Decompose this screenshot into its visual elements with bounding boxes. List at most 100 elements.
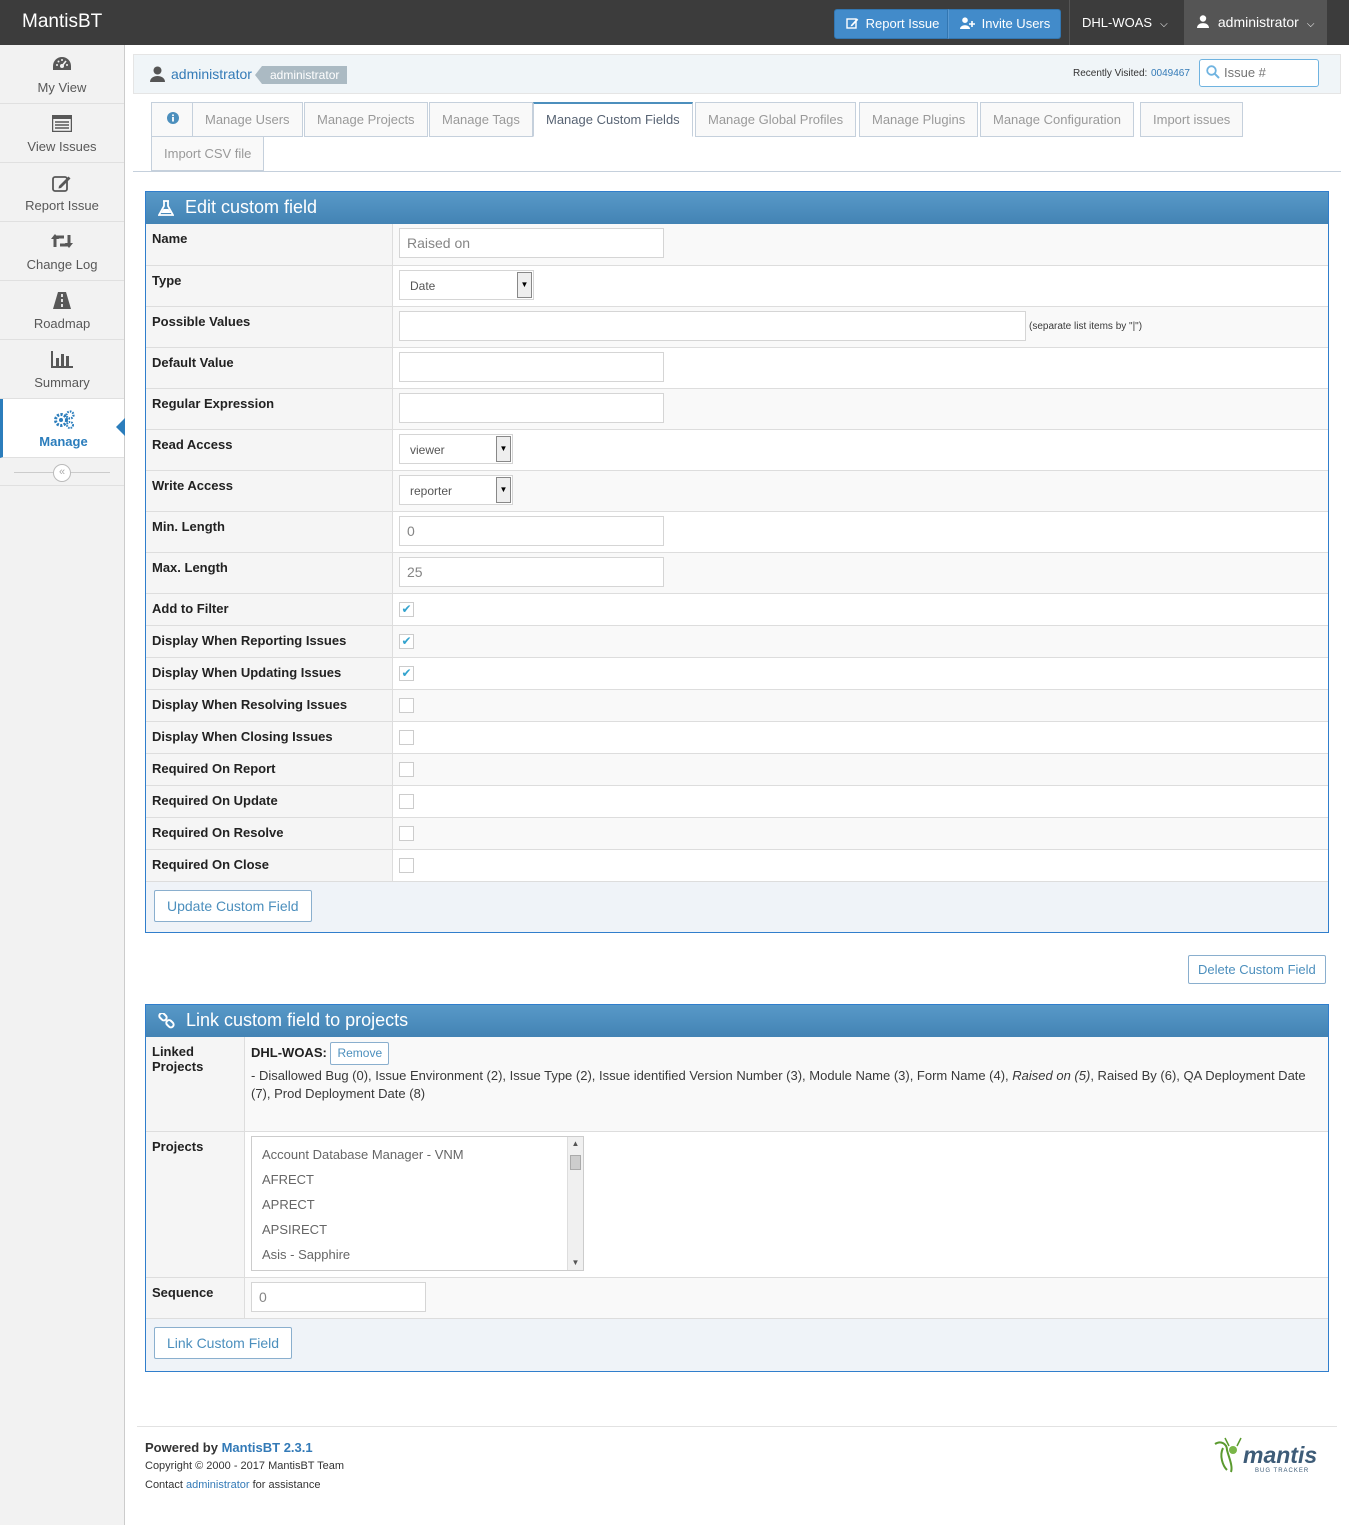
name-input[interactable] [399,228,664,258]
projects-listbox[interactable]: Account Database Manager - VNM AFRECT AP… [251,1136,584,1271]
field-label: Display When Closing Issues [146,722,393,753]
sidebar-item-report-issue[interactable]: Report Issue [0,163,124,222]
sidebar-item-label: Report Issue [25,198,99,213]
mantisbt-version-link[interactable]: MantisBT 2.3.1 [222,1440,313,1455]
regex-input[interactable] [399,393,664,423]
project-option[interactable]: APRECT [262,1192,573,1217]
invite-users-button[interactable]: Invite Users [948,9,1061,39]
possible-values-input[interactable] [399,311,1026,341]
user-icon [1197,15,1209,28]
read-access-select[interactable]: viewer ▼ [399,434,513,464]
max-length-input[interactable] [399,557,664,587]
default-value-input[interactable] [399,352,664,382]
required-update-checkbox[interactable] [399,794,414,809]
user-menu[interactable]: administrator ⌵ [1184,0,1327,45]
display-resolving-checkbox[interactable] [399,698,414,713]
sidebar-item-manage[interactable]: Manage [0,399,125,458]
link-custom-field-widget: Link custom field to projects Linked Pro… [145,1004,1329,1372]
tab-manage-global-profiles[interactable]: Manage Global Profiles [695,102,857,137]
display-updating-checkbox[interactable]: ✔ [399,666,414,681]
scroll-down-icon[interactable]: ▼ [568,1256,583,1270]
contact-text: Contact [145,1479,186,1491]
retweet-icon [51,234,73,248]
sequence-input[interactable] [251,1282,426,1312]
sidebar-item-my-view[interactable]: My View [0,45,124,104]
breadcrumb-user-link[interactable]: administrator [171,66,252,82]
remove-button[interactable]: Remove [330,1042,390,1065]
scrollbar[interactable]: ▲ ▼ [567,1137,583,1270]
user-plus-icon [960,17,975,29]
field-label: Max. Length [146,553,393,593]
field-row-required-report: Required On Report [146,753,1328,785]
sidebar-item-summary[interactable]: Summary [0,340,124,399]
type-value: Date [410,279,436,293]
field-row-type: Type Date ▼ [146,265,1328,306]
tab-import-csv-file[interactable]: Import CSV file [151,136,265,171]
dropdown-arrow-icon: ▼ [496,477,511,503]
field-row-linked-projects: Linked Projects DHL-WOAS: Remove - Disal… [146,1037,1328,1131]
project-selector[interactable]: DHL-WOAS ⌵ [1069,0,1184,45]
field-row-default-value: Default Value [146,347,1328,388]
required-resolve-checkbox[interactable] [399,826,414,841]
link-custom-field-button[interactable]: Link Custom Field [154,1327,293,1359]
update-custom-field-button[interactable]: Update Custom Field [154,890,312,922]
delete-custom-field-button[interactable]: Delete Custom Field [1188,955,1326,984]
dropdown-arrow-icon: ▼ [517,272,532,298]
tab-manage-plugins[interactable]: Manage Plugins [859,102,979,137]
mantis-logo[interactable]: mantis BUG TRACKER [1213,1436,1319,1479]
field-label: Possible Values [146,307,393,347]
display-closing-checkbox[interactable] [399,730,414,745]
field-row-display-closing: Display When Closing Issues [146,721,1328,753]
linked-fields-list: - Disallowed Bug (0), Issue Environment … [251,1067,1322,1103]
tab-manage-tags[interactable]: Manage Tags [429,102,533,137]
sidebar-item-view-issues[interactable]: View Issues [0,104,124,163]
field-label: Min. Length [146,512,393,552]
flask-icon [158,199,174,216]
type-select[interactable]: Date ▼ [399,270,534,300]
double-chevron-left-icon[interactable]: « [53,464,71,482]
tab-info[interactable] [151,102,193,137]
field-row-read-access: Read Access viewer ▼ [146,429,1328,470]
recently-visited-label: Recently Visited: [1073,68,1148,79]
linked-current-field: Raised on (5) [1012,1068,1091,1083]
scroll-up-icon[interactable]: ▲ [568,1137,583,1151]
copyright: Copyright © 2000 - 2017 MantisBT Team [145,1460,345,1472]
widget-title: Link custom field to projects [186,1010,409,1030]
field-row-possible-values: Possible Values (separate list items by … [146,306,1328,347]
display-reporting-checkbox[interactable]: ✔ [399,634,414,649]
project-option[interactable]: APSIRECT [262,1217,573,1242]
edit-icon [52,176,71,192]
tab-manage-configuration[interactable]: Manage Configuration [980,102,1134,137]
tab-import-issues[interactable]: Import issues [1140,102,1244,137]
field-label: Required On Report [146,754,393,785]
field-label: Display When Resolving Issues [146,690,393,721]
min-length-input[interactable] [399,516,664,546]
dashboard-icon [53,57,71,70]
scroll-thumb[interactable] [570,1155,581,1170]
project-option[interactable]: Asis - Sapphire [262,1242,573,1267]
tab-manage-projects[interactable]: Manage Projects [304,102,428,137]
required-close-checkbox[interactable] [399,858,414,873]
info-circle-icon [167,112,179,124]
report-issue-button[interactable]: Report Issue [834,9,948,39]
recent-issue-link[interactable]: 0049467 [1151,68,1190,79]
required-report-checkbox[interactable] [399,762,414,777]
project-option[interactable]: AFRECT [262,1167,573,1192]
field-row-required-update: Required On Update [146,785,1328,817]
project-option[interactable]: Account Database Manager - VNM [262,1142,573,1167]
brand-link[interactable]: MantisBT [22,11,102,33]
contact-admin-link[interactable]: administrator [186,1479,250,1491]
issue-number-input[interactable] [1224,65,1314,80]
add-to-filter-checkbox[interactable]: ✔ [399,602,414,617]
sidebar-item-roadmap[interactable]: Roadmap [0,281,124,340]
tab-manage-custom-fields[interactable]: Manage Custom Fields [533,102,693,137]
field-row-name: Name [146,224,1328,265]
divider [137,1426,1337,1427]
field-row-display-reporting: Display When Reporting Issues ✔ [146,625,1328,657]
powered-by: Powered by MantisBT 2.3.1 [145,1440,313,1455]
tab-manage-users[interactable]: Manage Users [192,102,303,137]
sidebar-item-change-log[interactable]: Change Log [0,222,124,281]
field-row-regex: Regular Expression [146,388,1328,429]
write-access-select[interactable]: reporter ▼ [399,475,513,505]
field-label: Add to Filter [146,594,393,625]
